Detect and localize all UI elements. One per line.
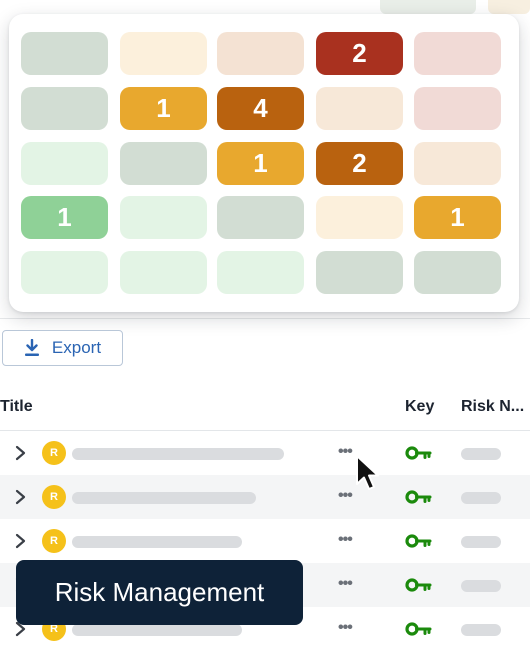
heatmap-cell[interactable]: 2 <box>316 32 403 75</box>
avatar: R <box>42 485 66 509</box>
heatmap-cell[interactable] <box>414 32 501 75</box>
heatmap-cell[interactable]: 4 <box>217 87 304 130</box>
heatmap-cell[interactable] <box>120 251 207 294</box>
heatmap-cell[interactable] <box>316 251 403 294</box>
more-icon[interactable]: ••• <box>338 619 353 637</box>
risk-name-placeholder <box>461 580 501 592</box>
heatmap-cell-count: 4 <box>253 93 268 123</box>
heatmap-cell[interactable] <box>120 32 207 75</box>
mouse-cursor-icon <box>354 454 380 497</box>
more-icon[interactable]: ••• <box>338 443 353 461</box>
avatar: R <box>42 441 66 465</box>
heatmap-cell[interactable] <box>120 142 207 185</box>
key-icon <box>405 446 433 465</box>
heatmap-cell[interactable] <box>21 142 108 185</box>
table-row[interactable]: R ••• <box>0 431 530 475</box>
heatmap-cell[interactable] <box>414 251 501 294</box>
heatmap-cell[interactable] <box>217 196 304 239</box>
heatmap-cell[interactable]: 2 <box>316 142 403 185</box>
chevron-right-icon[interactable] <box>14 532 28 555</box>
risk-heatmap-card: 2 1 4 1 2 1 1 <box>9 14 519 312</box>
background-panel <box>488 0 530 14</box>
risk-name-placeholder <box>461 536 501 548</box>
heatmap-cell[interactable] <box>316 196 403 239</box>
more-icon[interactable]: ••• <box>338 575 353 593</box>
heatmap-cell[interactable]: 1 <box>217 142 304 185</box>
heatmap-cell[interactable] <box>316 87 403 130</box>
heatmap-cell-count: 1 <box>57 202 72 232</box>
more-icon[interactable]: ••• <box>338 531 353 549</box>
heatmap-cell[interactable] <box>21 87 108 130</box>
tooltip: Risk Management <box>16 560 303 625</box>
chevron-right-icon[interactable] <box>14 444 28 467</box>
key-icon <box>405 534 433 553</box>
heatmap-cell[interactable]: 1 <box>120 87 207 130</box>
heatmap-cell-count: 2 <box>352 38 367 68</box>
column-header-key[interactable]: Key <box>405 398 434 416</box>
key-icon <box>405 622 433 641</box>
key-icon <box>405 490 433 509</box>
heatmap-cell[interactable] <box>414 87 501 130</box>
export-label: Export <box>51 338 102 357</box>
title-placeholder[interactable] <box>72 624 242 636</box>
download-icon <box>24 339 40 357</box>
heatmap-cell-count: 2 <box>352 148 367 178</box>
heatmap-cell-count: 1 <box>156 93 171 123</box>
heatmap-cell[interactable] <box>21 32 108 75</box>
risk-name-placeholder <box>461 624 501 636</box>
avatar: R <box>42 529 66 553</box>
heatmap-cell[interactable] <box>217 251 304 294</box>
export-button[interactable]: Export <box>2 330 123 366</box>
tooltip-text: Risk Management <box>54 577 265 607</box>
key-icon <box>405 578 433 597</box>
heatmap-cell[interactable]: 1 <box>21 196 108 239</box>
heatmap-cell-count: 1 <box>253 148 268 178</box>
heatmap-cell[interactable] <box>21 251 108 294</box>
heatmap-cell[interactable]: 1 <box>414 196 501 239</box>
title-placeholder[interactable] <box>72 492 256 504</box>
heatmap-cell[interactable] <box>414 142 501 185</box>
table-row[interactable]: R ••• <box>0 475 530 519</box>
chevron-right-icon[interactable] <box>14 488 28 511</box>
title-placeholder[interactable] <box>72 448 284 460</box>
table-row[interactable]: R ••• <box>0 519 530 563</box>
heatmap-cell[interactable] <box>120 196 207 239</box>
title-placeholder[interactable] <box>72 536 242 548</box>
divider <box>0 318 530 319</box>
background-panel <box>380 0 476 14</box>
column-header-risk[interactable]: Risk N... <box>461 398 524 416</box>
heatmap-cell-count: 1 <box>450 202 465 232</box>
column-header-title[interactable]: Title <box>0 398 33 416</box>
risk-name-placeholder <box>461 448 501 460</box>
risk-name-placeholder <box>461 492 501 504</box>
more-icon[interactable]: ••• <box>338 487 353 505</box>
heatmap-cell[interactable] <box>217 32 304 75</box>
